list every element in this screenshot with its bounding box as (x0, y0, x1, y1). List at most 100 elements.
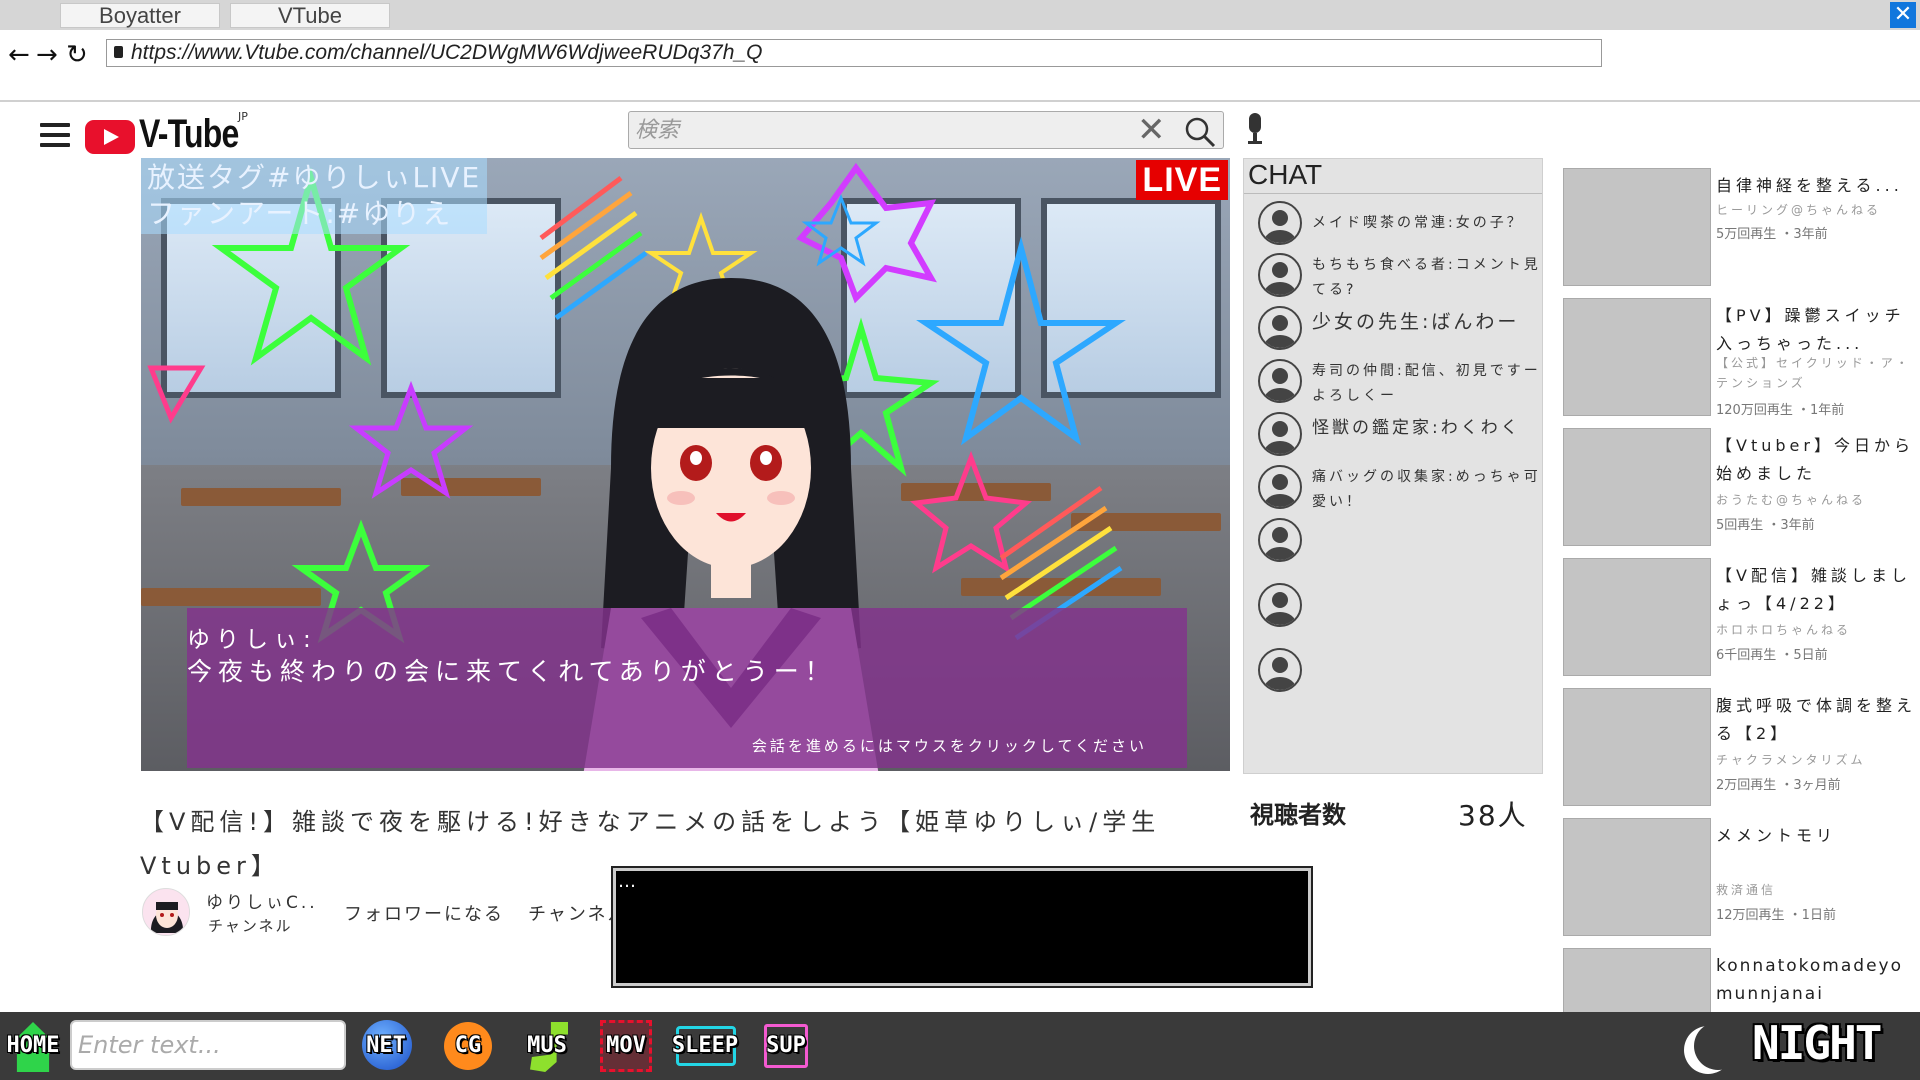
user-avatar-icon (1258, 465, 1302, 509)
address-bar[interactable]: https://www.Vtube.com/channel/UC2DWgMW6W… (106, 39, 1602, 67)
play-logo-icon (85, 120, 135, 154)
channel-avatar[interactable] (142, 888, 190, 936)
user-avatar-icon (1258, 306, 1302, 350)
movie-label: MOV (606, 1033, 646, 1058)
recommended-title: 腹式呼吸で体調を整える【2】 (1716, 696, 1917, 743)
recommended-meta: 6千回再生 ・5日前 (1716, 648, 1828, 663)
recommended-video[interactable]: 【V配信】雑談しましょっ【4/22】 ホロホロちゃんねる 6千回再生 ・5日前 (1563, 558, 1920, 682)
chat-message (1258, 514, 1538, 566)
viewer-count-label: 視聴者数 (1250, 801, 1346, 829)
tab-vtube[interactable]: VTube (230, 3, 390, 28)
video-thumbnail[interactable] (1563, 948, 1711, 1012)
recommended-title: メメントモリ (1716, 826, 1837, 845)
fanart-tag-line: ファンアート:#ゆりえ (147, 197, 453, 230)
lock-icon (114, 46, 123, 58)
user-avatar-icon (1258, 201, 1302, 245)
channel-button[interactable]: チャンネル (528, 900, 618, 926)
chat-title: CHAT (1248, 159, 1323, 190)
recommended-channel: チャクラメンタリズム (1716, 753, 1866, 767)
chat-message: 痛バッグの収集家:めっちゃ可愛い！ (1258, 461, 1538, 513)
recommended-video[interactable]: メメントモリ 救済通信 12万回再生 ・1日前 (1563, 818, 1920, 942)
logo-region: JP (238, 110, 248, 123)
url-text: https://www.Vtube.com/channel/UC2DWgMW6W… (131, 41, 763, 64)
message-box[interactable]: … (611, 866, 1313, 988)
recommended-video[interactable]: 【PV】躁鬱スイッチ入っちゃった... 【公式】セイクリッド・ア・テンションズ … (1563, 298, 1920, 422)
dialogue-hint: 会話を進めるにはマウスをクリックしてください (751, 737, 1147, 755)
video-thumbnail[interactable] (1563, 818, 1711, 936)
channel-subtitle: チャンネル (208, 917, 293, 935)
video-thumbnail[interactable] (1563, 428, 1711, 546)
user-avatar-icon (1258, 253, 1302, 297)
logo-text: V-Tube (139, 112, 239, 156)
chat-message-text: もちもち食べる者:コメント見てる? (1312, 257, 1541, 298)
search-input[interactable] (629, 112, 1129, 148)
cg-button[interactable]: CG (440, 1018, 496, 1074)
home-button[interactable]: HOME (2, 1018, 64, 1074)
music-label: MUS (527, 1033, 567, 1058)
chat-divider (1244, 193, 1542, 194)
chat-message-text: 寿司の仲間:配信、初見ですーよろしくー (1312, 363, 1541, 404)
taskbar: HOME NET CG MUS MOV SLEEP SUP (0, 1012, 1920, 1080)
user-avatar-icon (1258, 518, 1302, 562)
recommended-meta: 5回再生 ・3年前 (1716, 518, 1815, 533)
text-input[interactable] (70, 1020, 346, 1070)
video-thumbnail[interactable] (1563, 168, 1711, 286)
chat-message-text: メイド喫茶の常連:女の子？ (1312, 215, 1524, 231)
chat-message: 少女の先生:ばんわー (1258, 302, 1538, 354)
recommended-channel: ヒーリング@ちゃんねる (1716, 203, 1882, 217)
dialogue-speaker: ゆりしぃ: (187, 627, 317, 653)
close-window-icon[interactable]: ✕ (1890, 2, 1916, 28)
forward-arrow-icon[interactable]: → (36, 40, 58, 70)
time-of-day-label: NIGHT (1752, 1016, 1882, 1070)
chat-message-text: 痛バッグの収集家:めっちゃ可愛い！ (1312, 469, 1541, 510)
channel-avatar-image (143, 889, 189, 935)
video-thumbnail[interactable] (1563, 688, 1711, 806)
recommended-channel: 【公式】セイクリッド・ア・テンションズ (1716, 356, 1911, 390)
video-thumbnail[interactable] (1563, 558, 1711, 676)
live-badge: LIVE (1136, 160, 1228, 200)
recommended-title: 【PV】躁鬱スイッチ入っちゃった... (1716, 306, 1905, 353)
recommended-meta: 2万回再生 ・3ヶ月前 (1716, 778, 1841, 793)
follow-button[interactable]: フォロワーになる (344, 900, 504, 926)
movie-button[interactable]: MOV (598, 1018, 654, 1074)
chat-panel: CHAT メイド喫茶の常連:女の子？ もちもち食べる者:コメント見てる? 少女の… (1243, 158, 1543, 774)
chat-message: メイド喫茶の常連:女の子？ (1258, 197, 1538, 249)
chat-message: 怪獣の鑑定家:わくわく (1258, 408, 1538, 460)
chat-message: 寿司の仲間:配信、初見ですーよろしくー (1258, 355, 1538, 407)
supplies-button[interactable]: SUP (758, 1018, 814, 1074)
sleep-label: SLEEP (671, 1033, 739, 1058)
dialogue-box[interactable]: ゆりしぃ: 今夜も終わりの会に来てくれてありがとうー！ 会話を進めるにはマウスを… (187, 608, 1187, 768)
clear-search-icon[interactable]: ✕ (1137, 113, 1166, 147)
cg-label: CG (454, 1033, 482, 1058)
recommended-video[interactable]: 自律神経を整える... ヒーリング@ちゃんねる 5万回再生 ・3年前 (1563, 168, 1920, 292)
browser-nav-bar: ← → ↻ https://www.Vtube.com/channel/UC2D… (0, 30, 1920, 102)
recommended-meta: 120万回再生 ・1年前 (1716, 403, 1845, 418)
recommended-meta: 12万回再生 ・1日前 (1716, 908, 1836, 923)
chat-message (1258, 644, 1538, 696)
back-arrow-icon[interactable]: ← (8, 40, 30, 70)
video-player[interactable]: 放送タグ#ゆりしぃLIVE ファンアート:#ゆりえ LIVE ゆりしぃ: 今夜も… (141, 158, 1230, 771)
browser-tab-bar: Boyatter VTube ✕ (0, 0, 1920, 30)
user-avatar-icon (1258, 359, 1302, 403)
chat-message (1258, 579, 1538, 631)
recommended-video[interactable]: konnatokomadeyo munnjanai (1563, 948, 1920, 1012)
channel-name[interactable]: ゆりしぃC.. (206, 888, 318, 913)
reload-icon[interactable]: ↻ (66, 40, 88, 70)
chat-message-text: 少女の先生:ばんわー (1312, 311, 1520, 333)
net-button[interactable]: NET (358, 1018, 414, 1074)
supplies-label: SUP (766, 1033, 806, 1058)
tab-boyatter[interactable]: Boyatter (60, 3, 220, 28)
recommended-video[interactable]: 【Vtuber】今日から始めました おうたむ@ちゃんねる 5回再生 ・3年前 (1563, 428, 1920, 552)
recommended-title: 【Vtuber】今日から始めました (1716, 436, 1914, 483)
video-thumbnail[interactable] (1563, 298, 1711, 416)
menu-icon[interactable] (40, 123, 70, 147)
home-label: HOME (6, 1033, 60, 1058)
microphone-icon[interactable] (1244, 113, 1266, 147)
sleep-button[interactable]: SLEEP (666, 1018, 744, 1074)
music-button[interactable]: MUS (516, 1018, 578, 1074)
user-avatar-icon (1258, 412, 1302, 456)
search-icon[interactable] (1183, 116, 1217, 148)
chat-message-text: 怪獣の鑑定家:わくわく (1312, 418, 1521, 438)
recommended-video[interactable]: 腹式呼吸で体調を整える【2】 チャクラメンタリズム 2万回再生 ・3ヶ月前 (1563, 688, 1920, 812)
user-avatar-icon (1258, 648, 1302, 692)
